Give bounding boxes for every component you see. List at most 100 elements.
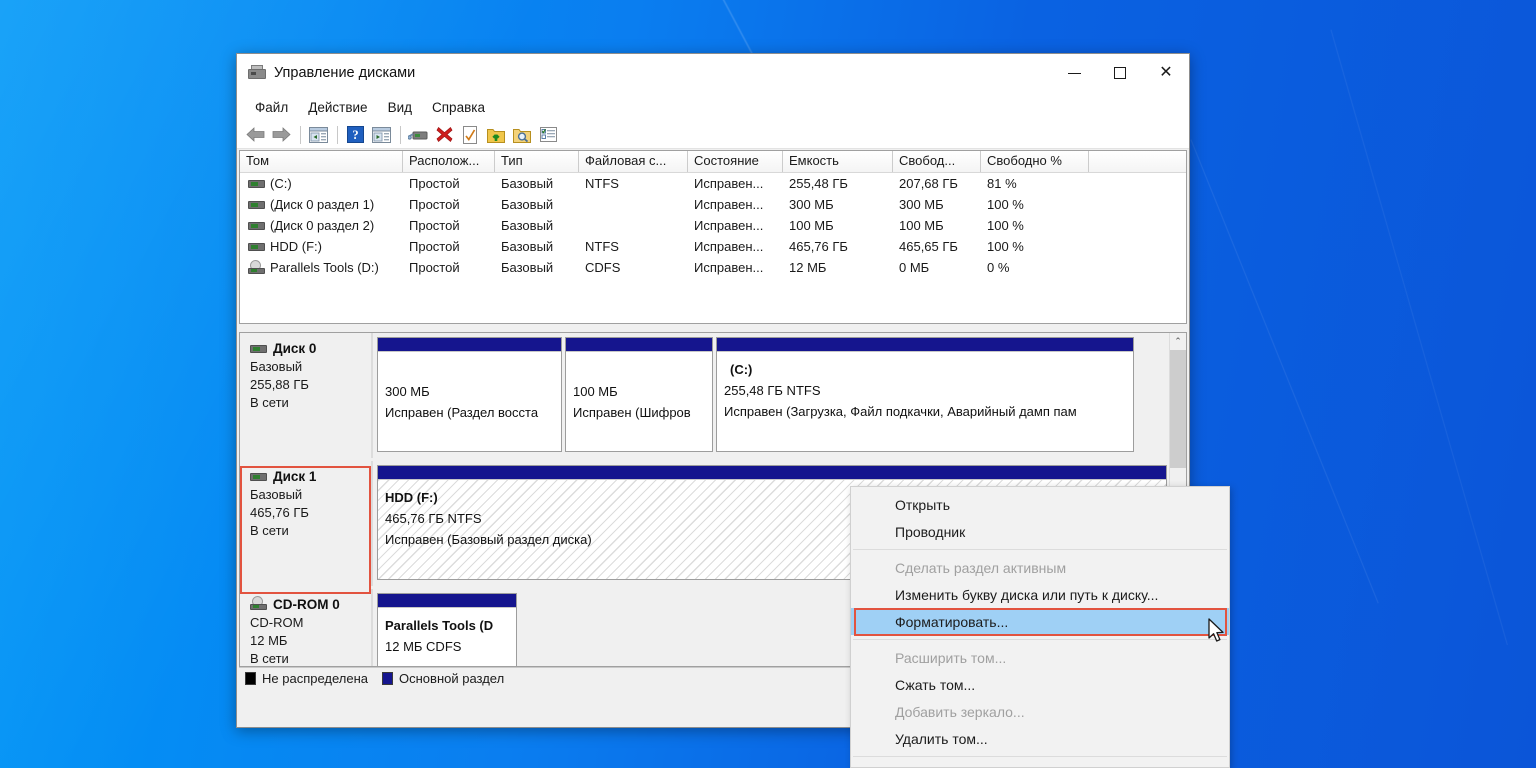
- type-cell: Базовый: [501, 176, 554, 191]
- minimize-button[interactable]: [1051, 54, 1097, 92]
- disk-size-1: 465,76 ГБ: [250, 505, 309, 520]
- partition-block[interactable]: (C:) 255,48 ГБ NTFS Исправен (Загрузка, …: [716, 337, 1134, 452]
- layout-cell: Простой: [409, 218, 460, 233]
- column-header-filesystem[interactable]: Файловая с...: [579, 151, 688, 172]
- status-cell: Исправен...: [694, 260, 764, 275]
- menu-separator: [853, 639, 1227, 640]
- disk-info-0[interactable]: Диск 0 Базовый 255,88 ГБ В сети: [240, 333, 373, 458]
- menu-separator: [853, 756, 1227, 757]
- partition-title: Parallels Tools (D: [385, 618, 494, 633]
- partition-block[interactable]: 100 МБ Исправен (Шифров: [565, 337, 713, 452]
- table-row[interactable]: (Диск 0 раздел 1) Простой Базовый Исправ…: [240, 194, 1186, 215]
- menu-action[interactable]: Действие: [298, 96, 377, 119]
- column-header-free[interactable]: Свобод...: [893, 151, 981, 172]
- column-header-blank[interactable]: [1089, 151, 1186, 172]
- volume-label: (Диск 0 раздел 2): [270, 218, 375, 233]
- menu-item-change-drive-letter[interactable]: Изменить букву диска или путь к диску...: [851, 581, 1229, 608]
- scroll-up-button[interactable]: ⌃: [1170, 333, 1186, 350]
- column-header-layout[interactable]: Располож...: [403, 151, 495, 172]
- disk-type-1: Базовый: [250, 487, 303, 502]
- column-header-type[interactable]: Тип: [495, 151, 579, 172]
- hdd-volume-icon: [248, 220, 265, 232]
- menu-view[interactable]: Вид: [378, 96, 422, 119]
- filesystem-cell: NTFS: [585, 176, 619, 191]
- partition-size: 12 МБ CDFS: [385, 639, 462, 655]
- partition-body: Parallels Tools (D 12 МБ CDFS: [378, 608, 516, 666]
- hdd-volume-icon: [248, 199, 265, 211]
- menu-item-open[interactable]: Открыть: [851, 491, 1229, 518]
- partition-block[interactable]: 300 МБ Исправен (Раздел восста: [377, 337, 562, 452]
- scrollbar-thumb[interactable]: [1170, 350, 1186, 468]
- disk-row-0[interactable]: Диск 0 Базовый 255,88 ГБ В сети 300 МБ И…: [240, 333, 1169, 461]
- column-header-volume[interactable]: Том: [240, 151, 403, 172]
- menu-item-add-mirror: Добавить зеркало...: [895, 703, 1025, 720]
- disk-type-2: CD-ROM: [250, 615, 304, 630]
- volume-list-pane: Том Располож... Тип Файловая с... Состоя…: [239, 150, 1187, 324]
- export-list-icon[interactable]: [484, 123, 508, 147]
- type-cell: Базовый: [501, 218, 554, 233]
- capacity-cell: 255,48 ГБ: [789, 176, 848, 191]
- partition-color-bar: [378, 466, 1166, 480]
- disk-info-1[interactable]: Диск 1 Базовый 465,76 ГБ В сети: [240, 461, 373, 586]
- legend-label: Основной раздел: [399, 671, 505, 686]
- partition-status: Исправен (Загрузка, Файл подкачки, Авари…: [724, 404, 1077, 420]
- partition-body: 100 МБ Исправен (Шифров: [566, 352, 712, 451]
- type-cell: Базовый: [501, 197, 554, 212]
- delete-icon[interactable]: [432, 123, 456, 147]
- maximize-button[interactable]: [1097, 54, 1143, 92]
- free-cell: 465,65 ГБ: [899, 239, 958, 254]
- volume-name-cell: (C:): [240, 176, 403, 191]
- partition-block[interactable]: Parallels Tools (D 12 МБ CDFS: [377, 593, 517, 666]
- volume-label: (Диск 0 раздел 1): [270, 197, 375, 212]
- disk-size-0: 255,88 ГБ: [250, 377, 309, 392]
- filesystem-cell: NTFS: [585, 239, 619, 254]
- cdrom-volume-icon: [248, 260, 265, 274]
- menu-file[interactable]: Файл: [245, 96, 298, 119]
- show-tree-icon[interactable]: [306, 123, 330, 147]
- properties-icon[interactable]: [458, 123, 482, 147]
- status-cell: Исправен...: [694, 197, 764, 212]
- partition-title: (C:): [730, 362, 753, 377]
- help-icon[interactable]: ?: [343, 123, 367, 147]
- column-header-free-percent[interactable]: Свободно %: [981, 151, 1089, 172]
- column-header-capacity[interactable]: Емкость: [783, 151, 893, 172]
- options-icon[interactable]: [536, 123, 560, 147]
- menu-item-shrink-volume[interactable]: Сжать том...: [851, 671, 1229, 698]
- rescan-disks-icon[interactable]: [406, 123, 430, 147]
- pane-splitter[interactable]: [237, 324, 1189, 332]
- partition-color-bar: [566, 338, 712, 352]
- capacity-cell: 12 МБ: [789, 260, 827, 275]
- free-percent-cell: 100 %: [987, 197, 1024, 212]
- back-arrow-icon[interactable]: [243, 123, 267, 147]
- show-action-pane-icon[interactable]: [369, 123, 393, 147]
- table-row[interactable]: HDD (F:) Простой Базовый NTFS Исправен..…: [240, 236, 1186, 257]
- forward-arrow-icon[interactable]: [269, 123, 293, 147]
- disk-name-1: Диск 1: [250, 469, 371, 484]
- volume-name-cell: HDD (F:): [240, 239, 403, 254]
- menu-help[interactable]: Справка: [422, 96, 495, 119]
- free-percent-cell: 100 %: [987, 239, 1024, 254]
- disk-info-2[interactable]: CD-ROM 0 CD-ROM 12 МБ В сети: [240, 589, 373, 666]
- menu-item-delete-volume[interactable]: Удалить том...: [851, 725, 1229, 752]
- free-percent-cell: 81 %: [987, 176, 1017, 191]
- toolbar: ?: [237, 121, 1189, 149]
- close-button[interactable]: ✕: [1143, 54, 1189, 92]
- table-row[interactable]: (Диск 0 раздел 2) Простой Базовый Исправ…: [240, 215, 1186, 236]
- free-percent-cell: 100 %: [987, 218, 1024, 233]
- free-cell: 207,68 ГБ: [899, 176, 958, 191]
- column-header-status[interactable]: Состояние: [688, 151, 783, 172]
- partition-body: 300 МБ Исправен (Раздел восста: [378, 352, 561, 451]
- table-row[interactable]: Parallels Tools (D:) Простой Базовый CDF…: [240, 257, 1186, 278]
- layout-cell: Простой: [409, 197, 460, 212]
- status-cell: Исправен...: [694, 176, 764, 191]
- menu-item-mark-partition-active: Сделать раздел активным: [895, 559, 1067, 576]
- menu-item-format[interactable]: Форматировать...: [851, 608, 1229, 635]
- maximize-icon: [1114, 67, 1126, 79]
- volume-list-header: Том Располож... Тип Файловая с... Состоя…: [240, 151, 1186, 173]
- hdd-disk-icon: [250, 343, 267, 355]
- disk-state-2: В сети: [250, 651, 289, 666]
- table-row[interactable]: (C:) Простой Базовый NTFS Исправен... 25…: [240, 173, 1186, 194]
- disk-management-icon: [248, 65, 266, 81]
- menu-item-explorer[interactable]: Проводник: [851, 518, 1229, 545]
- find-icon[interactable]: [510, 123, 534, 147]
